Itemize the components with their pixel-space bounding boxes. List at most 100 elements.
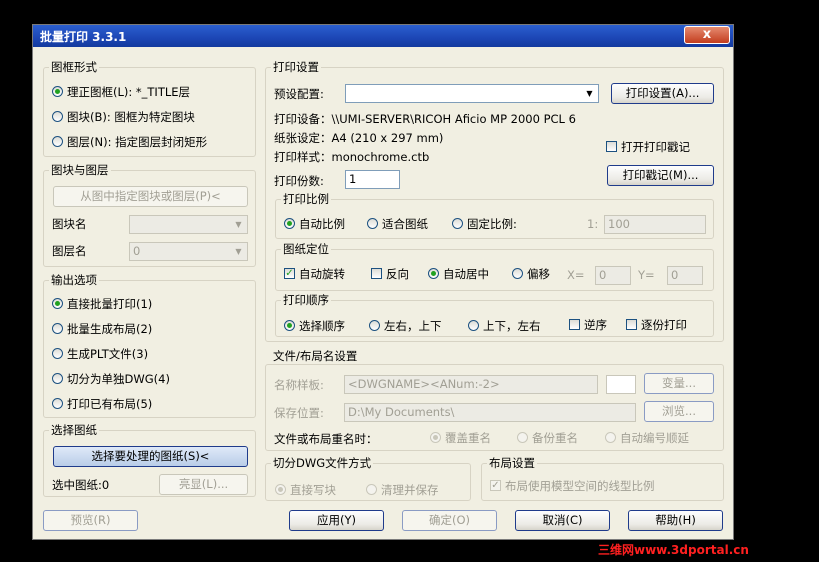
cancel-button[interactable]: 取消(C) <box>515 510 610 531</box>
save-location-input[interactable]: D:\My Documents\ <box>344 403 636 422</box>
rename-radio-autonumber[interactable] <box>605 432 616 443</box>
scale-radio-auto[interactable] <box>284 218 295 229</box>
frame-radio-block[interactable] <box>52 111 63 122</box>
split-radio-purge-label: 清理并保存 <box>381 483 439 497</box>
title-bar: 批量打印 3.3.1 x <box>33 25 733 47</box>
browse-button[interactable]: 浏览... <box>644 401 714 422</box>
split-radio-purge[interactable] <box>366 484 377 495</box>
scale-ratio-input[interactable]: 100 <box>604 215 706 234</box>
frame-radio-title[interactable] <box>52 86 63 97</box>
print-stamp-checkbox[interactable] <box>606 141 617 152</box>
layout-settings-title: 布局设置 <box>487 455 537 471</box>
scale-radio-auto-label: 自动比例 <box>299 217 345 231</box>
printer-device: 打印设备：\\UMI-SERVER\RICOH Aficio MP 2000 P… <box>274 112 576 126</box>
offset-x-input[interactable]: 0 <box>595 266 631 285</box>
rename-radio-overwrite[interactable] <box>430 432 441 443</box>
watermark: 三维网www.3dportal.cn <box>598 543 749 557</box>
output-radio-layout[interactable] <box>52 323 63 334</box>
offset-radio[interactable] <box>512 268 523 279</box>
close-button[interactable]: x <box>684 26 730 44</box>
rename-radio-backup-label: 备份重名 <box>532 431 578 445</box>
selected-count: 选中图纸:0 <box>52 478 110 492</box>
rename-radio-backup[interactable] <box>517 432 528 443</box>
frame-radio-block-label: 图块(B): 图框为特定图块 <box>67 110 195 124</box>
close-icon: x <box>702 27 712 42</box>
order-radio-selection[interactable] <box>284 320 295 331</box>
file-name-title: 文件/布局名设置 <box>271 348 360 364</box>
order-reverse-checkbox[interactable] <box>569 319 580 330</box>
output-radio-plt[interactable] <box>52 348 63 359</box>
layout-linetype-checkbox[interactable]: ✓ <box>490 480 501 491</box>
center-radio[interactable] <box>428 268 439 279</box>
frame-radio-title-label: 理正图框(L): *_TITLE层 <box>67 85 191 99</box>
order-radio-tb[interactable] <box>468 320 479 331</box>
order-reverse-label: 逆序 <box>584 318 607 332</box>
print-settings-title: 打印设置 <box>271 59 321 75</box>
collate-label: 逐份打印 <box>641 318 687 332</box>
rename-radio-overwrite-label: 覆盖重名 <box>445 431 491 445</box>
chevron-down-icon: ▼ <box>235 247 242 256</box>
order-radio-selection-label: 选择顺序 <box>299 319 345 333</box>
autorotate-label: 自动旋转 <box>299 267 345 281</box>
scale-ratio-prefix: 1: <box>587 217 599 231</box>
block-name-select[interactable]: ▼ <box>129 215 248 234</box>
split-dwg-title: 切分DWG文件方式 <box>271 455 374 471</box>
pick-block-layer-button[interactable]: 从图中指定图块或图层(P)< <box>53 186 248 207</box>
offset-label: 偏移 <box>527 267 550 281</box>
rename-radio-autonumber-label: 自动编号顺延 <box>620 431 689 445</box>
window-title: 批量打印 3.3.1 <box>40 30 127 44</box>
save-location-label: 保存位置: <box>274 406 324 420</box>
highlight-button[interactable]: 亮显(L)... <box>159 474 248 495</box>
order-radio-lr[interactable] <box>369 320 380 331</box>
apply-button[interactable]: 应用(Y) <box>289 510 384 531</box>
output-radio-dwg[interactable] <box>52 373 63 384</box>
print-setup-button[interactable]: 打印设置(A)... <box>611 83 714 104</box>
offset-x-label: X= <box>567 268 585 282</box>
preset-select[interactable]: ▼ <box>345 84 599 103</box>
offset-y-input[interactable]: 0 <box>667 266 703 285</box>
position-title: 图纸定位 <box>281 241 331 257</box>
center-label: 自动居中 <box>443 267 489 281</box>
output-radio-dwg-label: 切分为单独DWG(4) <box>67 372 170 386</box>
ok-button[interactable]: 确定(O) <box>402 510 497 531</box>
output-radio-print-label: 直接批量打印(1) <box>67 297 153 311</box>
block-name-label: 图块名 <box>52 217 87 231</box>
collate-checkbox[interactable] <box>626 319 637 330</box>
scale-radio-fit[interactable] <box>367 218 378 229</box>
layer-name-value: 0 <box>133 244 141 258</box>
reverse-label: 反向 <box>386 267 409 281</box>
order-radio-tb-label: 上下，左右 <box>483 319 541 333</box>
template-input[interactable]: <DWGNAME><ANum:-2> <box>344 375 598 394</box>
variable-button[interactable]: 变量... <box>644 373 714 394</box>
scale-title: 打印比例 <box>281 191 331 207</box>
template-extra-input[interactable] <box>606 375 636 394</box>
output-radio-layout-label: 批量生成布局(2) <box>67 322 153 336</box>
order-radio-lr-label: 左右，上下 <box>384 319 442 333</box>
chevron-down-icon: ▼ <box>235 220 242 229</box>
autorotate-checkbox[interactable]: ✓ <box>284 268 295 279</box>
reverse-checkbox[interactable] <box>371 268 382 279</box>
select-drawings-button[interactable]: 选择要处理的图纸(S)< <box>53 446 248 467</box>
paper-size: 纸张设定：A4 (210 x 297 mm) <box>274 131 444 145</box>
chevron-down-icon: ▼ <box>582 86 597 101</box>
scale-radio-fit-label: 适合图纸 <box>382 217 428 231</box>
template-label: 名称样板: <box>274 378 324 392</box>
help-button[interactable]: 帮助(H) <box>628 510 723 531</box>
layer-name-select[interactable]: 0 ▼ <box>129 242 248 261</box>
layout-linetype-label: 布局使用模型空间的线型比例 <box>505 479 655 493</box>
copies-input[interactable]: 1 <box>345 170 400 189</box>
output-radio-existing-label: 打印已有布局(5) <box>67 397 153 411</box>
select-drawings-title: 选择图纸 <box>49 422 99 438</box>
output-radio-plt-label: 生成PLT文件(3) <box>67 347 149 361</box>
output-options-title: 输出选项 <box>49 272 99 288</box>
output-radio-print[interactable] <box>52 298 63 309</box>
print-stamp-button[interactable]: 打印戳记(M)... <box>607 165 714 186</box>
print-stamp-label: 打开打印戳记 <box>621 140 690 154</box>
block-layer-title: 图块与图层 <box>49 162 111 178</box>
frame-radio-layer[interactable] <box>52 136 63 147</box>
scale-radio-fixed[interactable] <box>452 218 463 229</box>
layer-name-label: 图层名 <box>52 244 87 258</box>
split-radio-wblock[interactable] <box>275 484 286 495</box>
preview-button[interactable]: 预览(R) <box>43 510 138 531</box>
output-radio-existing[interactable] <box>52 398 63 409</box>
